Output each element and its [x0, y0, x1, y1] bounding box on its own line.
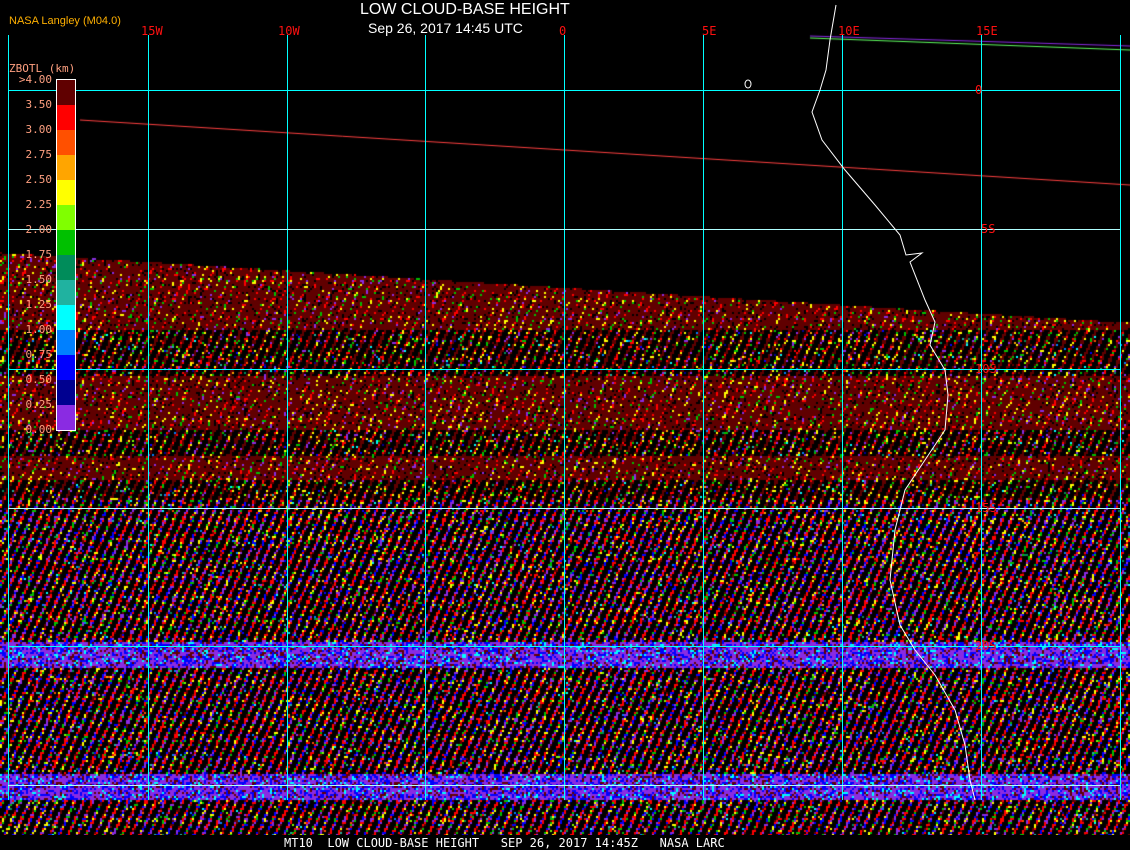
- lat-label-15s: 15S: [975, 501, 997, 515]
- colorbar-segment: [57, 405, 75, 430]
- legend-label: 1.75: [25, 248, 53, 261]
- colorbar-segment: [57, 280, 75, 305]
- legend-label: 2.00: [25, 223, 53, 236]
- colorbar-segment: [57, 105, 75, 130]
- legend-label: 2.50: [25, 173, 53, 186]
- lat-label-10s: 10S: [975, 362, 997, 376]
- satellite-map-view: LOW CLOUD-BASE HEIGHT Sep 26, 2017 14:45…: [0, 0, 1130, 850]
- colorbar-segment: [57, 355, 75, 380]
- island-outline: [744, 79, 752, 89]
- colorbar-segment: [57, 130, 75, 155]
- credit-label: NASA Langley (M04.0): [9, 15, 121, 27]
- legend-label: 1.25: [25, 298, 53, 311]
- colorbar-segment: [57, 155, 75, 180]
- colorbar-segment: [57, 230, 75, 255]
- legend-label: 0.00: [25, 423, 53, 436]
- colorbar-segment: [57, 80, 75, 105]
- colorbar-segment: [57, 330, 75, 355]
- map-subtitle: Sep 26, 2017 14:45 UTC: [368, 20, 523, 36]
- legend-label: 1.50: [25, 273, 53, 286]
- colorbar-segment: [57, 305, 75, 330]
- lon-label-10w: 10W: [278, 24, 300, 38]
- lon-label-0: 0: [559, 24, 567, 38]
- colorbar-segment: [57, 255, 75, 280]
- lon-label-5e: 5E: [702, 24, 717, 38]
- colorbar-segment: [57, 180, 75, 205]
- legend-label: 0.25: [25, 398, 53, 411]
- lon-label-10e: 10E: [838, 24, 860, 38]
- legend-label: >4.00: [18, 73, 52, 86]
- lon-label-15e: 15E: [976, 24, 998, 38]
- lat-label-5s: 5S: [981, 222, 996, 236]
- map-overlay: [8, 4, 1121, 801]
- footer-text: MT10 LOW CLOUD-BASE HEIGHT SEP 26, 2017 …: [284, 836, 725, 850]
- lon-label-15w: 15W: [141, 24, 163, 38]
- legend-label: 3.00: [25, 123, 53, 136]
- colorbar-segment: [57, 380, 75, 405]
- legend-label: 0.75: [25, 348, 53, 361]
- lat-label-20s: 20S: [975, 639, 997, 653]
- legend-label: 2.25: [25, 198, 53, 211]
- colorbar: [56, 79, 76, 431]
- lat-label-0: 0: [975, 83, 983, 97]
- coastline: [811, 4, 976, 801]
- footer-bar: MT10 LOW CLOUD-BASE HEIGHT SEP 26, 2017 …: [0, 835, 1130, 850]
- map-title: LOW CLOUD-BASE HEIGHT: [360, 1, 570, 18]
- legend-label: 1.00: [25, 323, 53, 336]
- legend-label: 2.75: [25, 148, 53, 161]
- legend-label: 3.50: [25, 98, 53, 111]
- legend-label: 0.50: [25, 373, 53, 386]
- colorbar-segment: [57, 205, 75, 230]
